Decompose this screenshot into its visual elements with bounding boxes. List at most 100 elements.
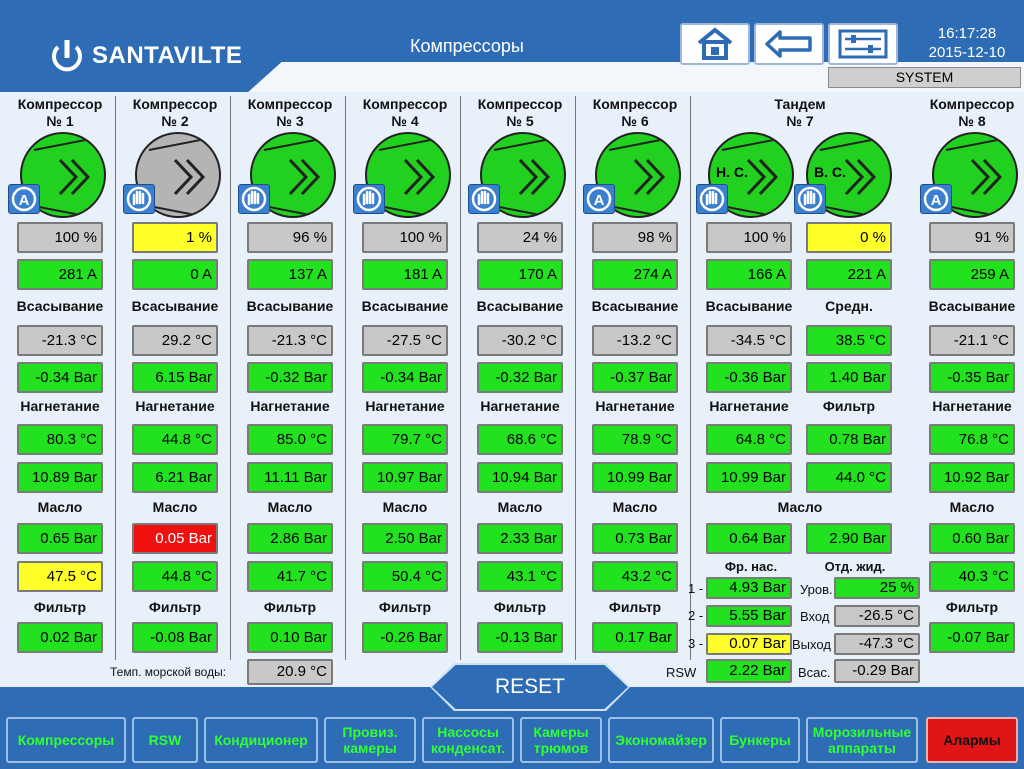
discharge-label: Нагнетание xyxy=(250,398,330,414)
nav-button[interactable]: Камеры трюмов xyxy=(520,717,602,763)
fr-nas-label: Фр. нас. xyxy=(724,559,778,574)
discharge-t-value: 68.6 °C xyxy=(477,424,563,455)
discharge-t-value: 80.3 °C xyxy=(17,424,103,455)
compressor-column: Компрессор № 6 A Всасывание Нагнетание Масло Ф… xyxy=(579,96,691,660)
tandem-name: Тандем № 7 xyxy=(774,96,826,129)
tandem-discharge-temp: 64.8 °C xyxy=(706,424,792,455)
nav-button[interactable]: RSW xyxy=(132,717,198,763)
tandem-high-current: 221 A xyxy=(806,259,892,290)
suction-label: Всасывание xyxy=(476,298,564,314)
load-value: 1 % xyxy=(132,222,218,253)
load-value: 91 % xyxy=(929,222,1015,253)
filter-label: Фильтр xyxy=(608,599,662,615)
svg-text:A: A xyxy=(19,192,30,209)
home-button[interactable] xyxy=(680,23,750,65)
tandem-discharge-pressure: 10.99 Bar xyxy=(706,462,792,493)
suction-p-value: -0.37 Bar xyxy=(592,362,678,393)
auto-mode-icon[interactable]: A xyxy=(920,184,952,214)
load-value: 100 % xyxy=(17,222,103,253)
oil-p-value: 0.73 Bar xyxy=(592,523,678,554)
tandem-suction-pressure: -0.36 Bar xyxy=(706,362,792,393)
nav-button[interactable]: Алармы xyxy=(926,717,1018,763)
compressor-column: Компрессор № 4 Всасывание Нагнетание Масло Фи… xyxy=(349,96,461,660)
settings-button[interactable] xyxy=(828,23,898,65)
manual-mode-icon[interactable] xyxy=(794,184,826,214)
tandem-low-current: 166 A xyxy=(706,259,792,290)
filter-value: 0.17 Bar xyxy=(592,622,678,653)
tandem-middle-temp: 38.5 °C xyxy=(806,325,892,356)
discharge-t-value: 76.8 °C xyxy=(929,424,1015,455)
power-logo-icon xyxy=(52,40,82,72)
discharge-p-value: 10.99 Bar xyxy=(592,462,678,493)
auto-mode-icon[interactable]: A xyxy=(583,184,615,214)
manual-mode-icon[interactable] xyxy=(353,184,385,214)
system-indicator[interactable]: SYSTEM xyxy=(828,67,1021,88)
clock: 16:17:28 2015-12-10 xyxy=(912,24,1022,62)
suction-t-value: -27.5 °C xyxy=(362,325,448,356)
back-button[interactable] xyxy=(754,23,824,65)
discharge-p-value: 11.11 Bar xyxy=(247,462,333,493)
sliders-icon xyxy=(838,29,888,59)
nav-button[interactable]: Нассосы конденсат. xyxy=(422,717,514,763)
filter-value: 0.02 Bar xyxy=(17,622,103,653)
saturation-2: 5.55 Bar xyxy=(706,605,792,627)
suction-label: Всасывание xyxy=(361,298,449,314)
suction-p-value: -0.32 Bar xyxy=(247,362,333,393)
separator-label: Отд. жид. xyxy=(824,559,886,574)
tandem-filter-value: 0.78 Bar xyxy=(806,424,892,455)
level-label: Уров. xyxy=(800,582,833,597)
nav-button[interactable]: Морозильные аппараты xyxy=(806,717,918,763)
oil-t-value: 47.5 °C xyxy=(17,561,103,592)
separator-inlet-temp: -26.5 °C xyxy=(834,605,920,627)
suction-p-value: -0.34 Bar xyxy=(17,362,103,393)
compressor-name: Компрессор № 8 xyxy=(929,96,1015,129)
suction-label: Всасывание xyxy=(928,298,1016,314)
svg-text:A: A xyxy=(594,192,605,209)
suction-t-value: 29.2 °C xyxy=(132,325,218,356)
load-value: 24 % xyxy=(477,222,563,253)
saturation-1: 4.93 Bar xyxy=(706,577,792,599)
oil-t-value: 44.8 °C xyxy=(132,561,218,592)
discharge-t-value: 85.0 °C xyxy=(247,424,333,455)
tandem-low-oil-pressure: 0.64 Bar xyxy=(706,523,792,554)
oil-label: Масло xyxy=(37,499,83,515)
suction-short-label: Всас. xyxy=(798,665,831,680)
nav-button[interactable]: Бункеры xyxy=(720,717,800,763)
discharge-p-value: 10.94 Bar xyxy=(477,462,563,493)
discharge-label: Нагнетание xyxy=(480,398,560,414)
separator-suction-pressure: -0.29 Bar xyxy=(834,659,920,683)
current-value: 137 A xyxy=(247,259,333,290)
suction-label: Всасывание xyxy=(16,298,104,314)
discharge-label: Нагнетание xyxy=(709,398,789,414)
current-value: 170 A xyxy=(477,259,563,290)
filter-value: -0.13 Bar xyxy=(477,622,563,653)
nav-button[interactable]: Кондиционер xyxy=(204,717,318,763)
brand-logo: SANTAVILTE xyxy=(50,36,242,76)
nav-button[interactable]: Компрессоры xyxy=(6,717,126,763)
row2-label: 2 - xyxy=(688,608,704,623)
discharge-p-value: 6.21 Bar xyxy=(132,462,218,493)
separator-outlet-temp: -47.3 °C xyxy=(834,633,920,655)
filter-label: Фильтр xyxy=(263,599,317,615)
row3-label: 3 - xyxy=(688,636,704,651)
current-value: 274 A xyxy=(592,259,678,290)
suction-p-value: 6.15 Bar xyxy=(132,362,218,393)
oil-p-value: 2.86 Bar xyxy=(247,523,333,554)
filter-label: Фильтр xyxy=(148,599,202,615)
reset-button[interactable]: RESET xyxy=(432,665,628,709)
manual-mode-icon[interactable] xyxy=(123,184,155,214)
compressor-name: Компрессор № 4 xyxy=(362,96,448,129)
brand-name: SANTAVILTE xyxy=(92,42,243,69)
manual-mode-icon[interactable] xyxy=(238,184,270,214)
auto-mode-icon[interactable]: A xyxy=(8,184,40,214)
compressor-name: Компрессор № 6 xyxy=(592,96,678,129)
outlet-label: Выход xyxy=(792,637,831,652)
suction-label: Всасывание xyxy=(705,298,793,314)
manual-mode-icon[interactable] xyxy=(468,184,500,214)
nav-button[interactable]: Экономайзер xyxy=(608,717,714,763)
nav-button[interactable]: Провиз. камеры xyxy=(324,717,416,763)
compressor-column: Компрессор № 2 Всасывание Нагнетание Масло Фи… xyxy=(119,96,231,660)
suction-p-value: -0.35 Bar xyxy=(929,362,1015,393)
oil-t-value: 43.2 °C xyxy=(592,561,678,592)
manual-mode-icon[interactable] xyxy=(696,184,728,214)
